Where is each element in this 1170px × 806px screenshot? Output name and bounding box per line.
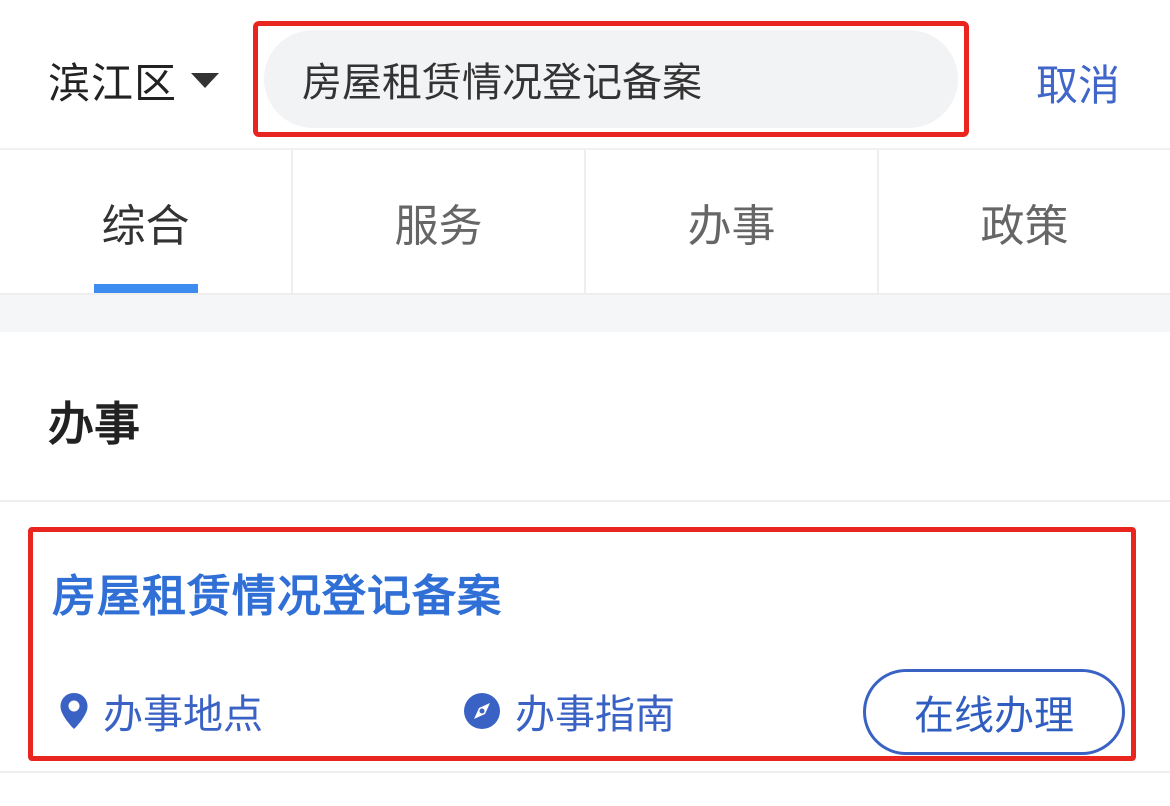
location-pin-icon — [60, 693, 88, 729]
top-bar: 滨江区 取消 — [0, 0, 1170, 148]
active-tab-indicator — [93, 284, 198, 293]
location-link-label: 办事地点 — [103, 692, 263, 738]
tab-affairs[interactable]: 办事 — [586, 150, 879, 293]
category-tabs: 综合 服务 办事 政策 — [0, 148, 1170, 295]
bottom-divider — [0, 771, 1170, 773]
section-gap — [0, 295, 1170, 332]
tab-label: 综合 — [101, 200, 190, 252]
result-title-link[interactable]: 房屋租赁情况登记备案 — [52, 560, 502, 624]
compass-icon — [464, 693, 500, 729]
region-selector[interactable]: 滨江区 — [48, 50, 220, 110]
section-divider — [0, 500, 1170, 502]
section-title: 办事 — [48, 397, 140, 451]
location-link[interactable]: 办事地点 — [59, 682, 263, 740]
search-box[interactable] — [264, 30, 958, 128]
guide-link[interactable]: 办事指南 — [463, 682, 675, 740]
cancel-button[interactable]: 取消 — [1036, 52, 1120, 113]
tab-comprehensive[interactable]: 综合 — [0, 150, 293, 293]
caret-down-icon — [191, 72, 220, 88]
region-label: 滨江区 — [48, 58, 178, 108]
search-input[interactable] — [302, 56, 922, 102]
tab-label: 服务 — [394, 200, 483, 252]
tab-label: 办事 — [687, 200, 776, 252]
online-handle-button[interactable]: 在线办理 — [863, 669, 1125, 755]
tab-label: 政策 — [980, 200, 1069, 252]
tab-services[interactable]: 服务 — [293, 150, 586, 293]
guide-link-label: 办事指南 — [515, 692, 675, 738]
tab-policy[interactable]: 政策 — [879, 150, 1170, 293]
result-card: 房屋租赁情况登记备案 办事地点 办事指南 在线办理 — [28, 527, 1136, 761]
